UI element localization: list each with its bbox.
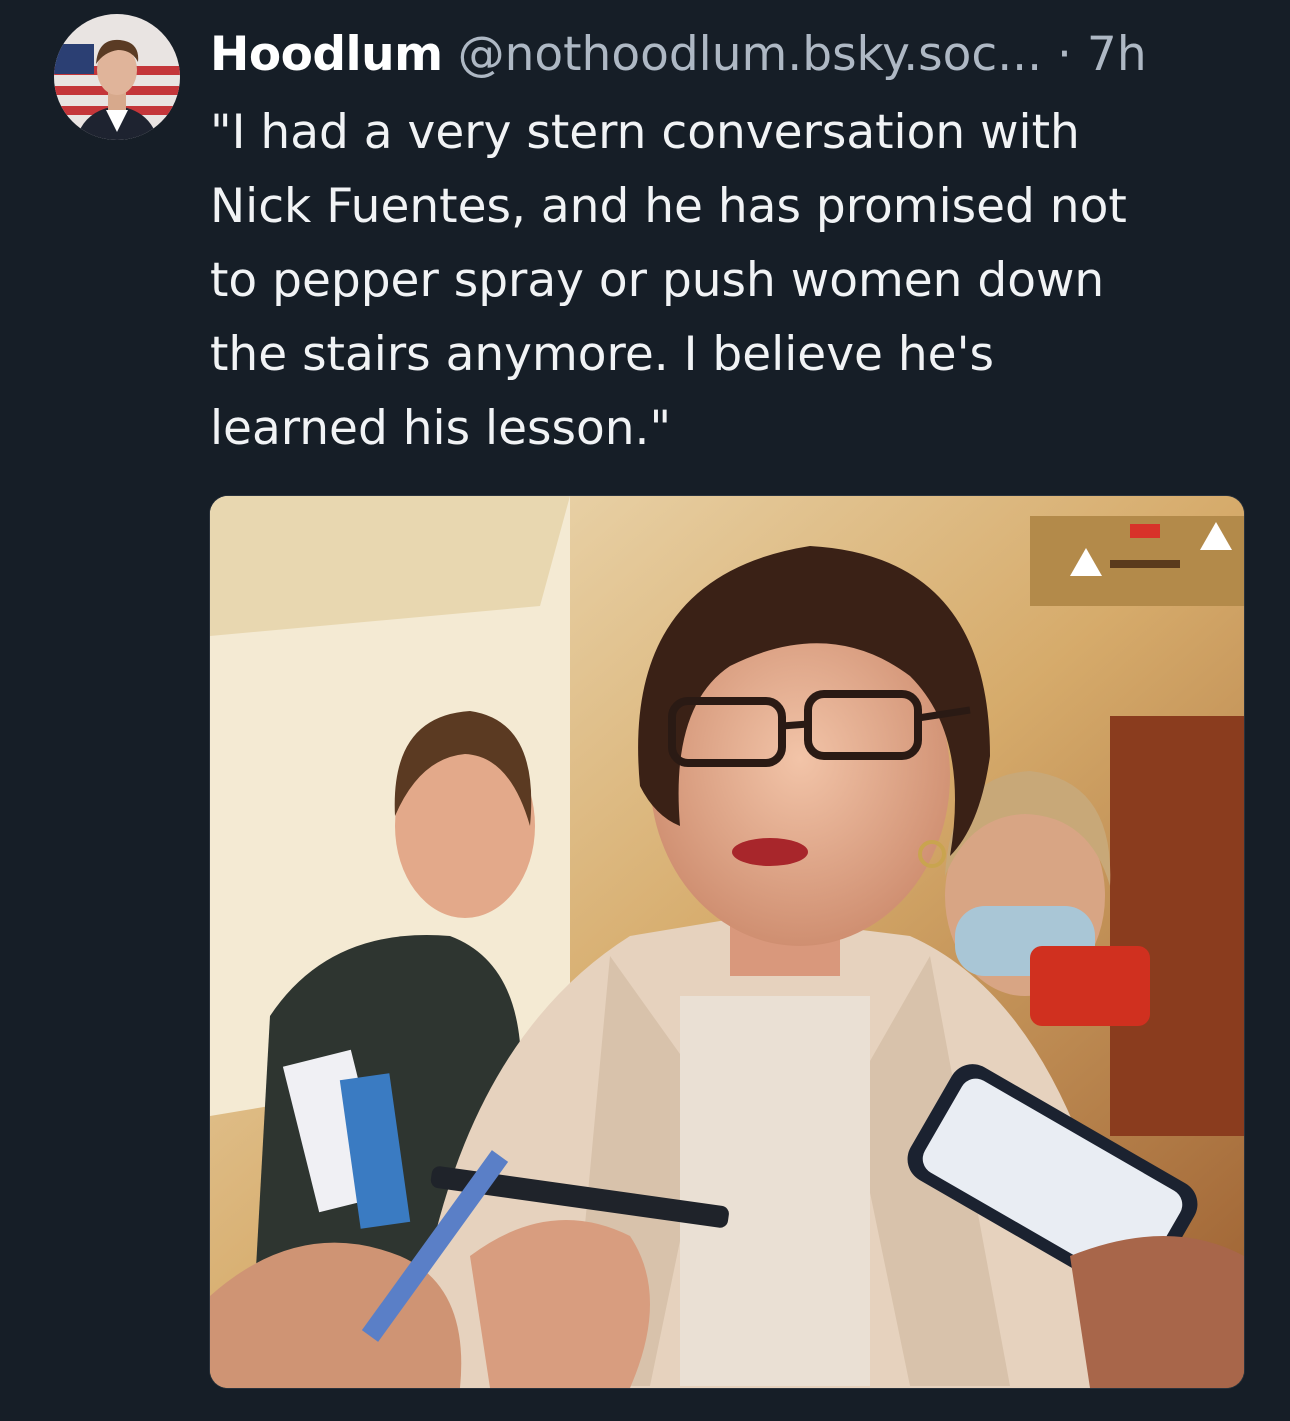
separator: · [1057, 27, 1072, 82]
post: Hoodlum @nothoodlum.bsky.soc... · 7h "I … [0, 0, 1290, 1421]
display-name[interactable]: Hoodlum [210, 27, 443, 82]
avatar[interactable] [54, 14, 180, 140]
timestamp[interactable]: 7h [1087, 27, 1147, 82]
post-text: "I had a very stern conversation with Ni… [210, 105, 1127, 456]
post-header: Hoodlum @nothoodlum.bsky.soc... · 7h [210, 22, 1270, 88]
post-image[interactable] [210, 496, 1244, 1388]
profile-photo-icon [54, 14, 180, 140]
photo-icon [210, 496, 1244, 1388]
author-handle[interactable]: @nothoodlum.bsky.soc... [458, 27, 1043, 82]
